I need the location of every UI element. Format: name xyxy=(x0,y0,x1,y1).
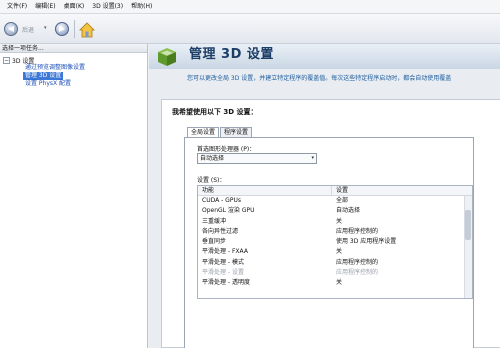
menu-desktop[interactable]: 桌面(K) xyxy=(60,0,89,14)
feature-cell: 三重缓冲 xyxy=(202,217,227,225)
panel-title: 我希望使用以下 3D 设置： xyxy=(172,108,258,116)
menu-edit[interactable]: 编辑(E) xyxy=(31,0,59,14)
feature-cell: 平滑处理 - 透明度 xyxy=(202,279,250,287)
toolbar-separator xyxy=(74,20,75,38)
setting-cell[interactable]: 应用程序控制的 xyxy=(332,227,378,237)
menu-3d-settings[interactable]: 3D 设置(3) xyxy=(88,0,127,14)
setting-cell[interactable]: 应用程序控制的 xyxy=(332,268,378,278)
setting-cell[interactable]: 自动选择 xyxy=(332,206,360,216)
setting-cell[interactable]: 关 xyxy=(332,247,342,257)
menu-bar: 文件(F) 编辑(E) 桌面(K) 3D 设置(3) 帮助(H) xyxy=(0,0,500,14)
table-row[interactable]: 平滑处理 - FXAA 关 xyxy=(198,247,472,257)
sidebar-item-preview-adjust[interactable]: 通过预览调整图像设置 xyxy=(25,64,147,72)
tree-root-3d-settings[interactable]: − 3D 设置 xyxy=(3,56,147,65)
toolbar: ◀ 后退 ▾ ▶ xyxy=(0,14,500,44)
sidebar-item-manage-3d[interactable]: 管理 3D 设置 xyxy=(23,72,64,80)
table-row[interactable]: 三重缓冲 关 xyxy=(198,217,472,227)
menu-file[interactable]: 文件(F) xyxy=(3,0,31,14)
setting-cell[interactable]: 全部 xyxy=(332,196,348,206)
feature-cell: 各向异性过滤 xyxy=(202,227,239,235)
task-sidebar: 选择一项任务... − 3D 设置 通过预览调整图像设置 管理 3D 设置 设置… xyxy=(0,44,148,348)
tab-body: 首选图形处理器 (P)： 自动选择 ▾ 设置 (S)： 功能 设置 CUDA -… xyxy=(184,137,474,348)
table-row[interactable]: OpenGL 渲染 GPU 自动选择 xyxy=(198,206,472,216)
table-row[interactable]: 各向异性过滤 应用程序控制的 xyxy=(198,227,472,237)
forward-arrow-icon[interactable]: ▶ xyxy=(55,22,69,36)
tab-program-settings[interactable]: 程序设置 xyxy=(220,127,253,137)
main-content: 管理 3D 设置 您可以更改全局 3D 设置，并建立特定程序的覆盖值。每次这些特… xyxy=(149,44,500,348)
column-header-setting[interactable]: 设置 xyxy=(332,186,348,195)
setting-cell[interactable]: 使用 3D 应用程序设置 xyxy=(332,237,396,247)
menu-help[interactable]: 帮助(H) xyxy=(127,0,156,14)
feature-cell: 平滑处理 - FXAA xyxy=(202,248,248,256)
page-title: 管理 3D 设置 xyxy=(189,47,274,62)
table-row[interactable]: 垂直同步 使用 3D 应用程序设置 xyxy=(198,237,472,247)
tab-global-settings[interactable]: 全局设置 xyxy=(187,127,220,137)
setting-cell[interactable]: 关 xyxy=(332,278,342,288)
table-row[interactable]: CUDA - GPUs 全部 xyxy=(198,196,472,206)
feature-cell: 垂直同步 xyxy=(202,238,227,246)
back-arrow-icon[interactable]: ◀ xyxy=(4,22,18,36)
gpu-select[interactable]: 自动选择 ▾ xyxy=(197,153,317,164)
table-body: CUDA - GPUs 全部 OpenGL 渲染 GPU 自动选择 三重缓冲关各向异性过… xyxy=(198,196,472,289)
setting-cell[interactable]: 关 xyxy=(332,217,342,227)
gpu-label: 首选图形处理器 (P)： xyxy=(197,146,256,153)
feature-cell: OpenGL 渲染 GPU xyxy=(202,207,255,215)
home-icon[interactable] xyxy=(79,22,95,38)
table-row[interactable]: 平滑处理 - 透明度 关 xyxy=(198,278,472,288)
table-header: 功能 设置 xyxy=(198,186,472,196)
table-scrollbar[interactable] xyxy=(464,196,472,298)
collapse-icon[interactable]: − xyxy=(3,56,10,64)
sidebar-header: 选择一项任务... xyxy=(0,44,147,53)
settings-label: 设置 (S)： xyxy=(197,177,226,184)
feature-cell: CUDA - GPUs xyxy=(202,197,241,204)
table-row[interactable]: 平滑处理 - 设置 应用程序控制的 xyxy=(198,268,472,278)
page-description: 您可以更改全局 3D 设置，并建立特定程序的覆盖值。每次这些特定程序启动时，都会… xyxy=(187,75,452,82)
feature-cell: 平滑处理 - 模式 xyxy=(202,258,244,266)
settings-table: 功能 设置 CUDA - GPUs 全部 OpenGL 渲染 GPU 自动选择 三重缓冲… xyxy=(197,185,473,299)
chevron-down-icon[interactable]: ▾ xyxy=(311,154,314,163)
back-button-label[interactable]: 后退 xyxy=(22,25,34,34)
settings-tabs: 全局设置 程序设置 xyxy=(187,127,253,137)
sidebar-item-physx[interactable]: 设置 PhysX 配置 xyxy=(25,80,147,88)
scrollbar-thumb[interactable] xyxy=(465,210,471,240)
feature-cell: 平滑处理 - 设置 xyxy=(202,269,244,277)
table-row[interactable]: 平滑处理 - 模式 应用程序控制的 xyxy=(198,258,472,268)
page-banner: 管理 3D 设置 xyxy=(149,44,500,69)
task-tree: − 3D 设置 通过预览调整图像设置 管理 3D 设置 设置 PhysX 配置 xyxy=(0,53,147,88)
3d-settings-icon xyxy=(158,48,176,66)
setting-cell[interactable]: 应用程序控制的 xyxy=(332,258,378,268)
gpu-select-value: 自动选择 xyxy=(200,155,225,162)
settings-panel: 我希望使用以下 3D 设置： 全局设置 程序设置 首选图形处理器 (P)： 自动… xyxy=(161,99,500,348)
history-dropdown-icon[interactable]: ▾ xyxy=(44,25,47,31)
column-header-feature[interactable]: 功能 xyxy=(198,186,332,195)
